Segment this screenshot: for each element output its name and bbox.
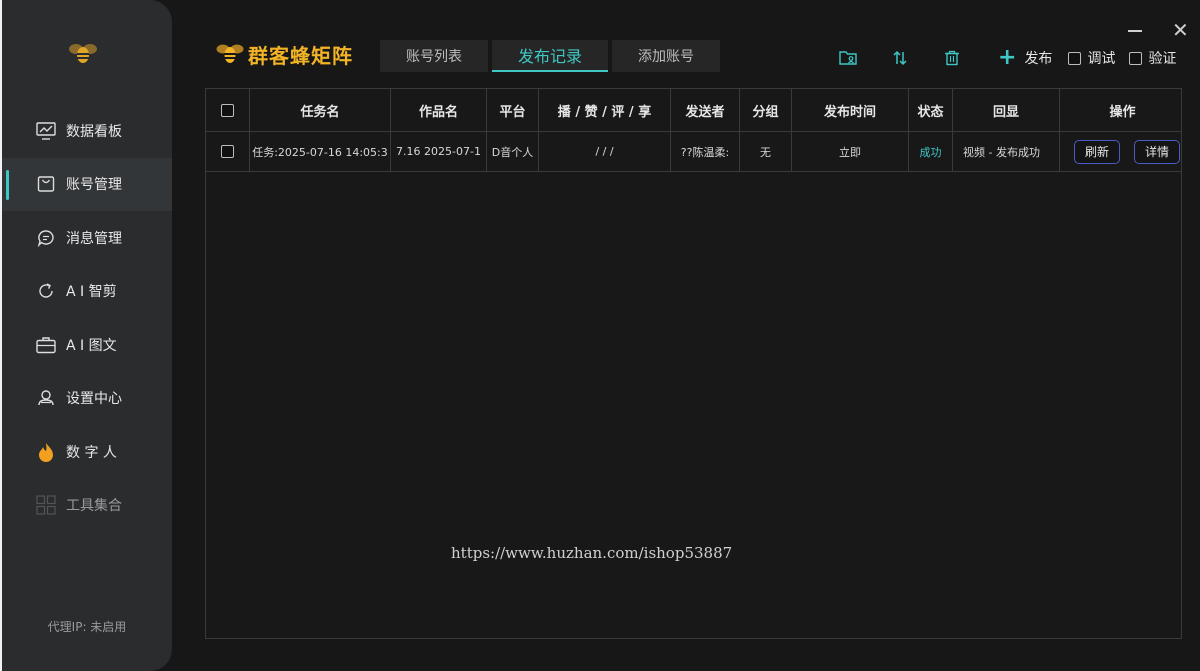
header-echo: 回显: [953, 89, 1060, 131]
header-sender: 发送者: [671, 89, 740, 131]
publish-button[interactable]: + 发布: [998, 45, 1053, 70]
header-task: 任务名: [250, 89, 391, 131]
header-actions: 操作: [1109, 104, 1136, 120]
sidebar-item-label: 工具集合: [66, 498, 122, 515]
sidebar-item-label: 数 字 人: [66, 444, 117, 461]
refresh-icon: [36, 281, 56, 301]
chat-icon: [36, 228, 56, 248]
flame-icon: [36, 442, 56, 462]
checkbox-box[interactable]: [1129, 51, 1143, 65]
sidebar-nav: 数据看板 账号管理 消息管理 A I 智剪 A I 图文 设置中心 数 字 人 …: [2, 104, 172, 532]
proxy-status: 代理IP: 未启用: [47, 620, 127, 634]
detail-button[interactable]: 详情: [1134, 139, 1181, 164]
header-group: 分组: [740, 89, 792, 131]
sort-icon[interactable]: [890, 48, 910, 68]
sidebar-item-label: A I 图文: [66, 337, 117, 354]
settings-icon: [36, 388, 56, 408]
cell-actions: 刷新 详情: [1060, 132, 1181, 171]
checkbox-box[interactable]: [1068, 51, 1082, 65]
sidebar-item-messages[interactable]: 消息管理: [2, 211, 172, 265]
cell-task: 任务:2025-07-16 14:05:3: [250, 132, 391, 171]
verify-label: 验证: [1148, 51, 1177, 67]
bee-logo-icon: [68, 40, 98, 66]
minimize-button[interactable]: [1128, 30, 1142, 32]
bag-icon: [36, 174, 56, 194]
sidebar-item-label: 数据看板: [66, 123, 122, 140]
row-select-cell: [206, 132, 250, 171]
sidebar-item-ai-clip[interactable]: A I 智剪: [2, 265, 172, 319]
header-time: 发布时间: [792, 89, 909, 131]
verify-checkbox[interactable]: 验证: [1129, 48, 1176, 68]
sidebar-item-dashboard[interactable]: 数据看板: [2, 104, 172, 158]
header-status: 状态: [909, 89, 953, 131]
close-button[interactable]: ✕: [1172, 18, 1189, 42]
grid-icon: [36, 495, 56, 515]
brand-name: 群客蜂矩阵: [248, 44, 353, 68]
briefcase-icon: [36, 335, 56, 355]
trash-icon[interactable]: [942, 48, 962, 68]
publish-label: 发布: [1024, 51, 1053, 67]
folder-user-icon[interactable]: [838, 48, 858, 68]
row-checkbox[interactable]: [221, 145, 234, 158]
debug-checkbox[interactable]: 调试: [1068, 48, 1115, 68]
sidebar-item-label: 设置中心: [66, 391, 122, 408]
sidebar-item-label: 账号管理: [66, 177, 122, 194]
sidebar-item-ai-article[interactable]: A I 图文: [2, 318, 172, 372]
table-row: 任务:2025-07-16 14:05:3 7.16 2025-07-1 D音个…: [206, 132, 1181, 172]
sidebar-item-settings[interactable]: 设置中心: [2, 372, 172, 426]
sidebar-item-tools[interactable]: 工具集合: [2, 479, 172, 533]
cell-group: 无: [740, 132, 792, 171]
header-platform: 平台: [487, 89, 539, 131]
refresh-button[interactable]: 刷新: [1074, 139, 1121, 164]
cell-platform: D音个人: [487, 132, 539, 171]
watermark-text: https://www.huzhan.com/ishop53887: [451, 544, 733, 562]
table-header: 任务名 作品名 平台 播 / 赞 / 评 / 享 发送者 分组 发布时间 状态 …: [206, 89, 1181, 132]
cell-time: 立即: [792, 132, 909, 171]
sidebar-item-digital-human[interactable]: 数 字 人: [2, 425, 172, 479]
brand: 群客蜂矩阵: [216, 40, 353, 69]
tab-account-list[interactable]: 账号列表: [380, 40, 488, 72]
cell-sender: ??陈温柔:: [671, 132, 740, 171]
select-all-cell: [206, 89, 250, 131]
sidebar-item-accounts[interactable]: 账号管理: [2, 157, 172, 211]
header-work: 作品名: [391, 89, 487, 131]
select-all-checkbox[interactable]: [221, 103, 234, 117]
sidebar: 数据看板 账号管理 消息管理 A I 智剪 A I 图文 设置中心 数 字 人 …: [2, 0, 172, 671]
debug-label: 调试: [1087, 51, 1116, 67]
cell-status: 成功: [909, 132, 953, 171]
bee-logo-icon: [216, 41, 244, 69]
cell-work: 7.16 2025-07-1: [391, 132, 487, 171]
sidebar-item-label: A I 智剪: [66, 284, 117, 301]
header-stats: 播 / 赞 / 评 / 享: [539, 89, 671, 131]
tab-publish-records[interactable]: 发布记录: [492, 40, 609, 72]
tab-bar: 账号列表 发布记录 添加账号: [380, 40, 724, 72]
sidebar-item-label: 消息管理: [66, 230, 122, 247]
toolbar: + 发布 调试 验证: [838, 45, 1190, 70]
plus-icon: +: [998, 45, 1017, 70]
cell-echo: 视频 - 发布成功: [953, 132, 1060, 171]
tab-add-account[interactable]: 添加账号: [612, 40, 721, 72]
cell-stats: / / /: [539, 132, 671, 171]
chart-board-icon: [36, 121, 56, 141]
